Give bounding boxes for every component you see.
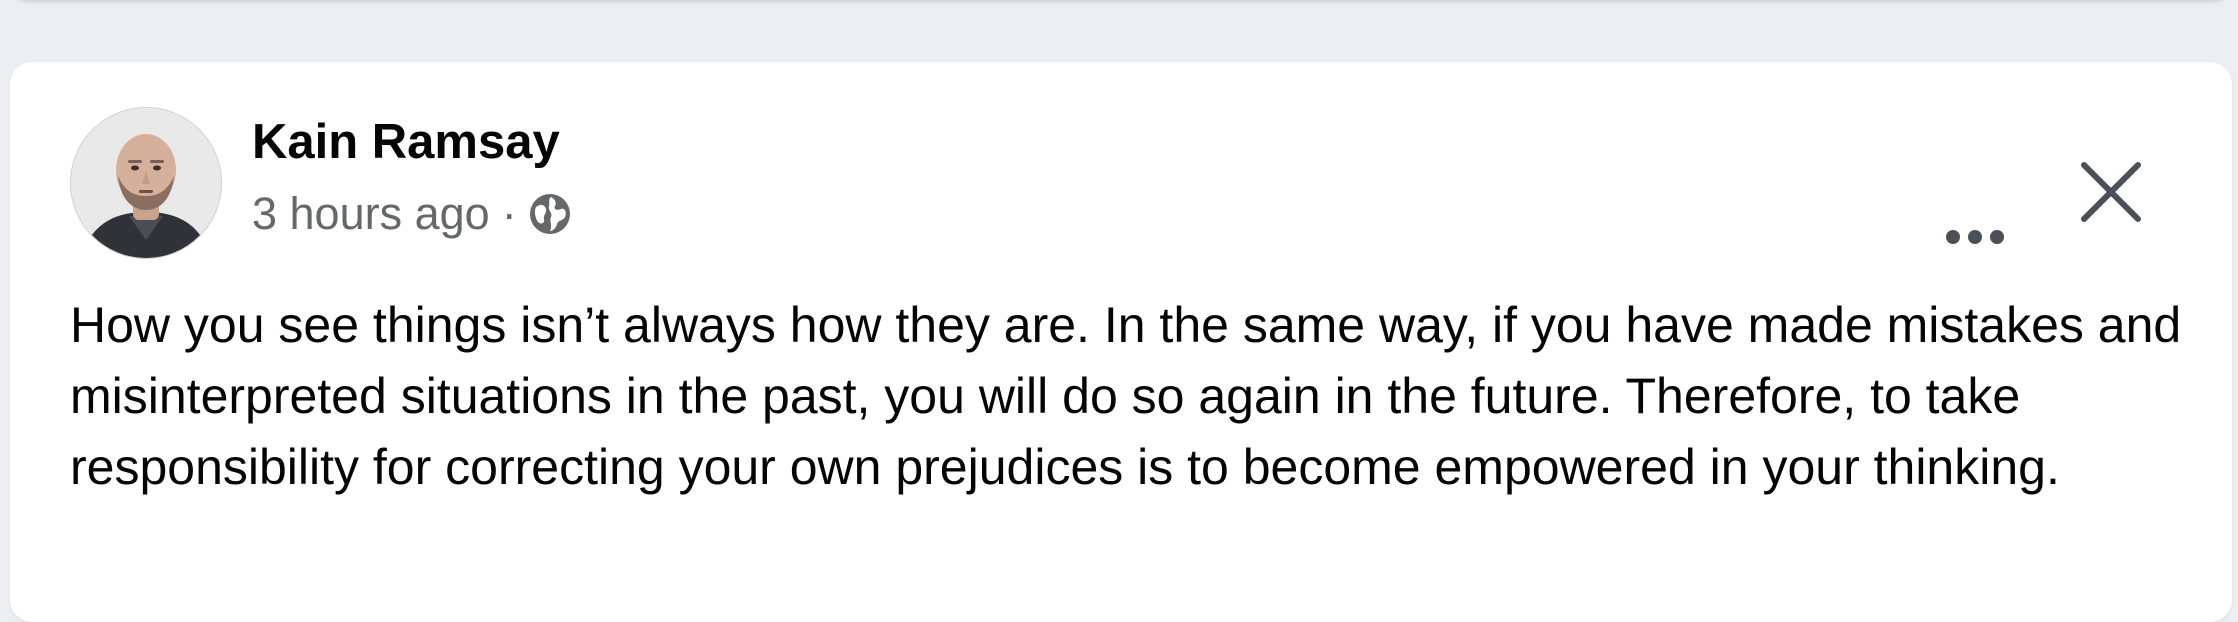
- avatar[interactable]: [70, 107, 222, 259]
- post-text: How you see things isn’t always how they…: [70, 297, 2182, 495]
- close-button[interactable]: [2066, 147, 2156, 237]
- globe-icon[interactable]: [527, 191, 573, 237]
- post-card: Kain Ramsay 3 hours ago · How you see th…: [10, 62, 2232, 622]
- post-timestamp[interactable]: 3 hours ago: [252, 188, 490, 240]
- author-name[interactable]: Kain Ramsay: [252, 114, 560, 170]
- avatar-photo: [71, 108, 221, 258]
- close-icon: [2081, 162, 2141, 222]
- more-options-icon: [1946, 230, 2004, 244]
- more-options-button[interactable]: [1930, 192, 2020, 282]
- post-meta: 3 hours ago ·: [252, 188, 573, 240]
- meta-separator: ·: [501, 188, 517, 239]
